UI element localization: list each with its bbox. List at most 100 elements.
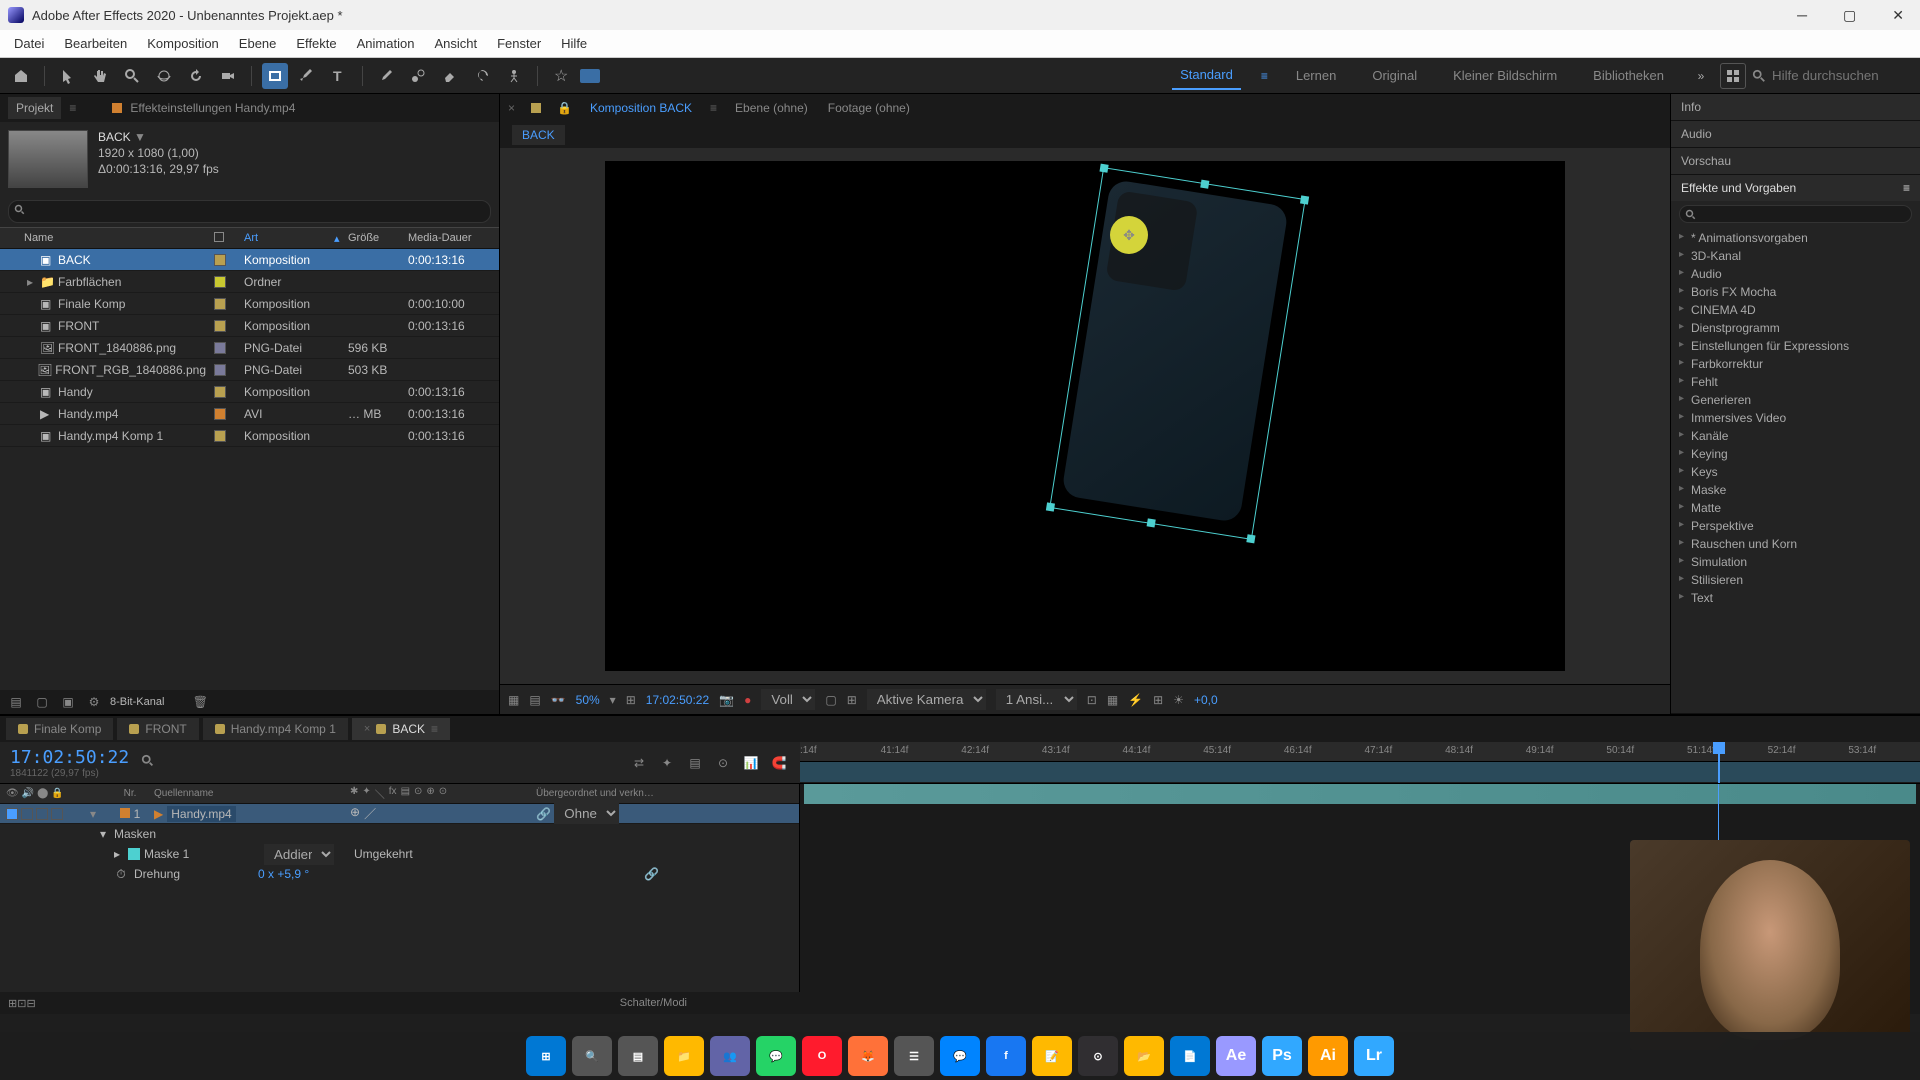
workspace-grid-icon[interactable]: [1720, 63, 1746, 89]
project-item[interactable]: ▶Handy.mp4 AVI … MB 0:00:13:16: [0, 403, 499, 425]
selection-tool[interactable]: [55, 63, 81, 89]
menu-ebene[interactable]: Ebene: [229, 32, 287, 55]
preview-panel-header[interactable]: Vorschau: [1671, 148, 1920, 174]
resolution-select[interactable]: Voll: [761, 689, 815, 710]
effect-category[interactable]: Keys: [1677, 463, 1914, 481]
menu-datei[interactable]: Datei: [4, 32, 54, 55]
col-header-size[interactable]: Größe: [344, 232, 404, 244]
toggle-switches-icon[interactable]: ⊞: [8, 997, 17, 1010]
effect-category[interactable]: Immersives Video: [1677, 409, 1914, 427]
taskbar-ae[interactable]: Ae: [1216, 1036, 1256, 1076]
close-button[interactable]: ✕: [1884, 7, 1912, 24]
type-tool[interactable]: T: [326, 63, 352, 89]
taskbar-notes[interactable]: 📝: [1032, 1036, 1072, 1076]
taskbar-teams[interactable]: 👥: [710, 1036, 750, 1076]
effect-category[interactable]: Generieren: [1677, 391, 1914, 409]
taskbar-facebook[interactable]: f: [986, 1036, 1026, 1076]
effect-category[interactable]: Rauschen und Korn: [1677, 535, 1914, 553]
taskbar-notepad[interactable]: 📄: [1170, 1036, 1210, 1076]
clone-tool[interactable]: [405, 63, 431, 89]
project-settings-icon[interactable]: ⚙: [84, 692, 104, 712]
composition-viewer[interactable]: [500, 148, 1670, 684]
project-item[interactable]: 🖼FRONT_1840886.png PNG-Datei 596 KB: [0, 337, 499, 359]
timeline-layer-row[interactable]: ▾ 1 ▶Handy.mp4 ⊕／ 🔗 Ohne: [0, 804, 799, 824]
effect-category[interactable]: Stilisieren: [1677, 571, 1914, 589]
tl-motion-blur-icon[interactable]: ⊙: [712, 752, 734, 774]
workspace-bibliotheken[interactable]: Bibliotheken: [1585, 62, 1672, 89]
effect-controls-tab[interactable]: Effekteinstellungen Handy.mp4: [130, 101, 295, 115]
effect-category[interactable]: Dienstprogramm: [1677, 319, 1914, 337]
info-panel-header[interactable]: Info: [1671, 94, 1920, 120]
help-search[interactable]: [1752, 68, 1912, 83]
tl-snap-icon[interactable]: 🧲: [768, 752, 790, 774]
taskbar-app1[interactable]: ☰: [894, 1036, 934, 1076]
resolution-icon[interactable]: ⊞: [626, 693, 636, 707]
effect-category[interactable]: Fehlt: [1677, 373, 1914, 391]
effect-category[interactable]: Maske: [1677, 481, 1914, 499]
pen-tool[interactable]: [294, 63, 320, 89]
region-icon[interactable]: ▢: [825, 693, 836, 707]
effect-category[interactable]: 3D-Kanal: [1677, 247, 1914, 265]
camera-select[interactable]: Aktive Kamera: [867, 689, 986, 710]
help-search-input[interactable]: [1772, 68, 1912, 83]
effect-category[interactable]: Text: [1677, 589, 1914, 607]
selection-box[interactable]: [1049, 167, 1305, 540]
tl-frame-blend-icon[interactable]: ▤: [684, 752, 706, 774]
mask-mode-select[interactable]: Addiere…: [264, 844, 334, 865]
interpret-footage-icon[interactable]: ▤: [6, 692, 26, 712]
taskbar-obs[interactable]: ⊙: [1078, 1036, 1118, 1076]
tl-comp-icon[interactable]: ✦: [656, 752, 678, 774]
timeline-tab[interactable]: FRONT: [117, 718, 198, 740]
timeline-tab[interactable]: Handy.mp4 Komp 1: [203, 718, 348, 740]
view-icon[interactable]: ⊡: [1087, 693, 1097, 707]
comp-tab[interactable]: Komposition BACK: [588, 97, 694, 119]
audio-panel-header[interactable]: Audio: [1671, 121, 1920, 147]
col-header-type[interactable]: Art: [240, 232, 330, 244]
grid-icon[interactable]: ⊞: [847, 693, 857, 707]
timeline-tab[interactable]: Finale Komp: [6, 718, 113, 740]
fast-preview-icon[interactable]: ⚡: [1128, 693, 1143, 707]
switches-modes-toggle[interactable]: Schalter/Modi: [620, 997, 687, 1009]
taskbar-tasks[interactable]: ▤: [618, 1036, 658, 1076]
taskbar-firefox[interactable]: 🦊: [848, 1036, 888, 1076]
puppet-tool[interactable]: [501, 63, 527, 89]
mask-invert[interactable]: Umgekehrt: [354, 847, 413, 861]
workspace-original[interactable]: Original: [1364, 62, 1425, 89]
orbit-tool[interactable]: [151, 63, 177, 89]
camera-tool[interactable]: [215, 63, 241, 89]
taskbar-lr[interactable]: Lr: [1354, 1036, 1394, 1076]
project-item[interactable]: ▣Handy Komposition 0:00:13:16: [0, 381, 499, 403]
workspace-kleiner bildschirm[interactable]: Kleiner Bildschirm: [1445, 62, 1565, 89]
taskbar-whatsapp[interactable]: 💬: [756, 1036, 796, 1076]
toggle-brainstorm-icon[interactable]: ⊟: [26, 997, 35, 1010]
alpha-toggle-icon[interactable]: ▦: [508, 693, 519, 707]
effect-category[interactable]: Einstellungen für Expressions: [1677, 337, 1914, 355]
maximize-button[interactable]: ▢: [1835, 7, 1864, 24]
comp-breadcrumb[interactable]: BACK: [512, 125, 565, 145]
effects-panel-header[interactable]: Effekte und Vorgaben≡: [1671, 175, 1920, 201]
rotation-value[interactable]: 0 x +5,9 °: [258, 867, 309, 881]
rectangle-tool[interactable]: [262, 63, 288, 89]
layer-bar[interactable]: [804, 784, 1916, 804]
menu-fenster[interactable]: Fenster: [487, 32, 551, 55]
snap-toggle[interactable]: ☆: [548, 63, 574, 89]
taskbar-win[interactable]: ⊞: [526, 1036, 566, 1076]
effect-category[interactable]: Keying: [1677, 445, 1914, 463]
toggle-modes-icon[interactable]: ⊡: [17, 997, 26, 1010]
menu-animation[interactable]: Animation: [347, 32, 425, 55]
channel-icon[interactable]: ●: [744, 693, 751, 707]
view-icon-2[interactable]: ▦: [1107, 693, 1118, 707]
fill-color[interactable]: [580, 69, 600, 83]
rotation-tool[interactable]: [183, 63, 209, 89]
col-header-duration[interactable]: Media-Dauer: [404, 232, 494, 244]
timeline-current-time[interactable]: 17:02:50:22: [10, 747, 129, 768]
project-search-input[interactable]: [8, 200, 491, 223]
mask-toggle-icon[interactable]: 👓: [551, 693, 566, 707]
roto-tool[interactable]: [469, 63, 495, 89]
menu-komposition[interactable]: Komposition: [137, 32, 229, 55]
taskbar-messenger[interactable]: 💬: [940, 1036, 980, 1076]
views-select[interactable]: 1 Ansi...: [996, 689, 1077, 710]
workspace-standard[interactable]: Standard: [1172, 61, 1241, 90]
exposure-value[interactable]: +0,0: [1194, 693, 1218, 707]
rotation-row[interactable]: ⏱ Drehung 0 x +5,9 ° 🔗: [0, 864, 799, 884]
